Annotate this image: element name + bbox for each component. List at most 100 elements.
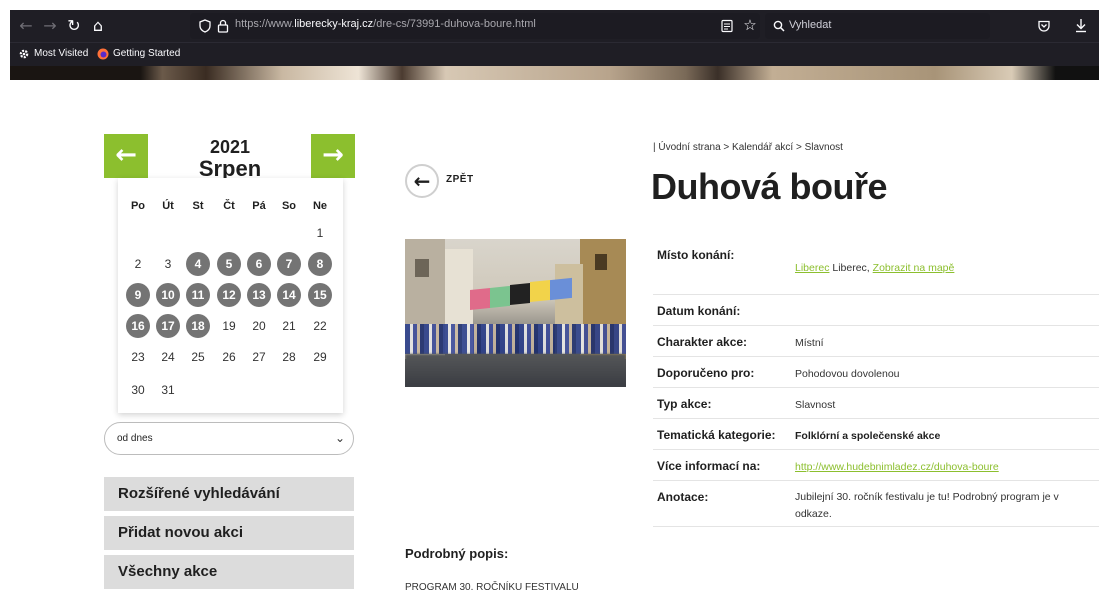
prev-month-button[interactable]: ← — [104, 134, 148, 178]
calendar-day: 27 — [252, 350, 266, 364]
weekday-header: So — [281, 200, 297, 212]
url-text[interactable]: https://www.liberecky-kraj.cz/dre-cs/739… — [235, 18, 536, 30]
detail-label: Tematická kategorie: — [657, 428, 776, 442]
detail-value: Slavnost — [795, 399, 836, 411]
description-heading: Podrobný popis: — [405, 546, 509, 561]
detail-value: Jubilejní 30. ročník festivalu je tu! Po… — [795, 491, 1059, 503]
detail-row-category: Tematická kategorie: Folklórní a společe… — [653, 419, 1099, 450]
calendar-day: 1 — [316, 226, 324, 240]
bookmark-getting-started[interactable]: Getting Started — [113, 48, 180, 59]
pocket-icon[interactable] — [1037, 19, 1051, 33]
search-input[interactable]: Vyhledat — [789, 19, 831, 31]
calendar-day-event[interactable]: 10 — [156, 283, 180, 307]
detail-label: Charakter akce: — [657, 335, 748, 349]
detail-row-date: Datum konání: — [653, 295, 1099, 326]
lock-icon — [217, 19, 229, 33]
chevron-down-icon: ⌄ — [334, 431, 345, 445]
calendar-day-event[interactable]: 8 — [308, 252, 332, 276]
calendar-day-event[interactable]: 5 — [217, 252, 241, 276]
download-icon[interactable] — [1074, 18, 1088, 33]
calendar-day: 26 — [222, 350, 236, 364]
bookmark-most-visited[interactable]: Most Visited — [34, 48, 88, 59]
calendar-day-event[interactable]: 17 — [156, 314, 180, 338]
page-title: Duhová bouře — [651, 166, 888, 207]
detail-value: Liberec Liberec, Zobrazit na mapě — [795, 262, 955, 274]
calendar-day-event[interactable]: 14 — [277, 283, 301, 307]
reader-view-icon[interactable] — [720, 19, 734, 33]
detail-row-annotation: Anotace: Jubilejní 30. ročník festivalu … — [653, 481, 1099, 527]
period-select-value: od dnes — [117, 433, 153, 444]
firefox-icon — [97, 48, 109, 60]
bookmark-star-icon[interactable]: ☆ — [738, 13, 762, 37]
calendar-day-event[interactable]: 9 — [126, 283, 150, 307]
reload-icon[interactable]: ↻ — [62, 14, 86, 38]
calendar-day: 21 — [282, 319, 296, 333]
calendar-day-event[interactable]: 4 — [186, 252, 210, 276]
detail-label: Anotace: — [657, 490, 709, 504]
weekday-header: Út — [162, 200, 174, 212]
description-text: PROGRAM 30. ROČNÍKU FESTIVALU — [405, 582, 579, 593]
calendar-day: 22 — [313, 319, 327, 333]
weekday-header: St — [192, 200, 204, 212]
next-month-button[interactable]: → — [311, 134, 355, 178]
back-link[interactable]: ZPĚT — [446, 174, 474, 185]
header-banner-image — [10, 66, 1099, 80]
forward-arrow-icon[interactable]: → — [38, 14, 62, 38]
detail-row-recommended: Doporučeno pro: Pohodovou dovolenou — [653, 357, 1099, 388]
calendar-day-event[interactable]: 6 — [247, 252, 271, 276]
calendar-day: 28 — [282, 350, 296, 364]
weekday-header: Po — [130, 200, 146, 212]
calendar-day-event[interactable]: 11 — [186, 283, 210, 307]
calendar-day-event[interactable]: 12 — [217, 283, 241, 307]
bookmarks-bar: Most Visited Getting Started — [10, 42, 1099, 66]
browser-toolbar: ← → ↻ ⌂ https://www.liberecky-kraj.cz/dr… — [10, 10, 1099, 42]
place-link[interactable]: Liberec — [795, 262, 829, 274]
weekday-header: Pá — [252, 200, 266, 212]
search-icon — [773, 20, 785, 32]
detail-value: odkaze. — [795, 508, 832, 520]
detail-label: Datum konání: — [657, 304, 741, 318]
calendar-day: 2 — [134, 257, 142, 271]
detail-row-more-info: Více informací na: http://www.hudebnimla… — [653, 450, 1099, 481]
calendar-day-event[interactable]: 16 — [126, 314, 150, 338]
back-arrow-icon[interactable]: ← — [405, 164, 439, 198]
calendar-year: 2021 — [209, 137, 251, 157]
detail-value: Folklórní a společenské akce — [795, 430, 941, 442]
calendar-day: 24 — [161, 350, 175, 364]
calendar-day-event[interactable]: 15 — [308, 283, 332, 307]
detail-label: Typ akce: — [657, 397, 712, 411]
breadcrumb[interactable]: | Úvodní strana > Kalendář akcí > Slavno… — [653, 142, 843, 153]
detail-value: Pohodovou dovolenou — [795, 368, 900, 380]
detail-label: Doporučeno pro: — [657, 366, 755, 380]
back-arrow-icon[interactable]: ← — [14, 14, 38, 38]
add-event-button[interactable]: Přidat novou akci — [104, 516, 354, 550]
period-select[interactable]: od dnes ⌄ — [104, 422, 354, 455]
calendar-day: 3 — [164, 257, 172, 271]
home-icon[interactable]: ⌂ — [86, 14, 110, 38]
detail-row-place: Místo konání: Liberec Liberec, Zobrazit … — [653, 238, 1099, 295]
calendar-day-event[interactable]: 13 — [247, 283, 271, 307]
detail-label: Místo konání: — [657, 248, 735, 262]
all-events-button[interactable]: Všechny akce — [104, 555, 354, 589]
weekday-header: Ne — [312, 200, 328, 212]
detail-value: Místní — [795, 337, 824, 349]
calendar-day: 30 — [131, 383, 145, 397]
browser-chrome: ← → ↻ ⌂ https://www.liberecky-kraj.cz/dr… — [0, 0, 1099, 66]
advanced-search-button[interactable]: Rozšířené vyhledávání — [104, 477, 354, 511]
calendar-day: 25 — [191, 350, 205, 364]
detail-row-type: Typ akce: Slavnost — [653, 388, 1099, 419]
event-photo — [405, 239, 626, 387]
url-bar[interactable]: https://www.liberecky-kraj.cz/dre-cs/739… — [190, 13, 760, 39]
gear-icon — [19, 49, 29, 59]
calendar-day: 31 — [161, 383, 175, 397]
shield-icon — [199, 19, 211, 33]
calendar-day-event[interactable]: 18 — [186, 314, 210, 338]
calendar-day: 29 — [313, 350, 327, 364]
calendar-day: 20 — [252, 319, 266, 333]
weekday-header: Čt — [223, 200, 235, 212]
search-bar[interactable]: Vyhledat — [765, 13, 990, 39]
map-link[interactable]: Zobrazit na mapě — [873, 262, 955, 274]
calendar-day-event[interactable]: 7 — [277, 252, 301, 276]
more-info-link[interactable]: http://www.hudebnimladez.cz/duhova-boure — [795, 461, 999, 473]
detail-label: Více informací na: — [657, 459, 761, 473]
